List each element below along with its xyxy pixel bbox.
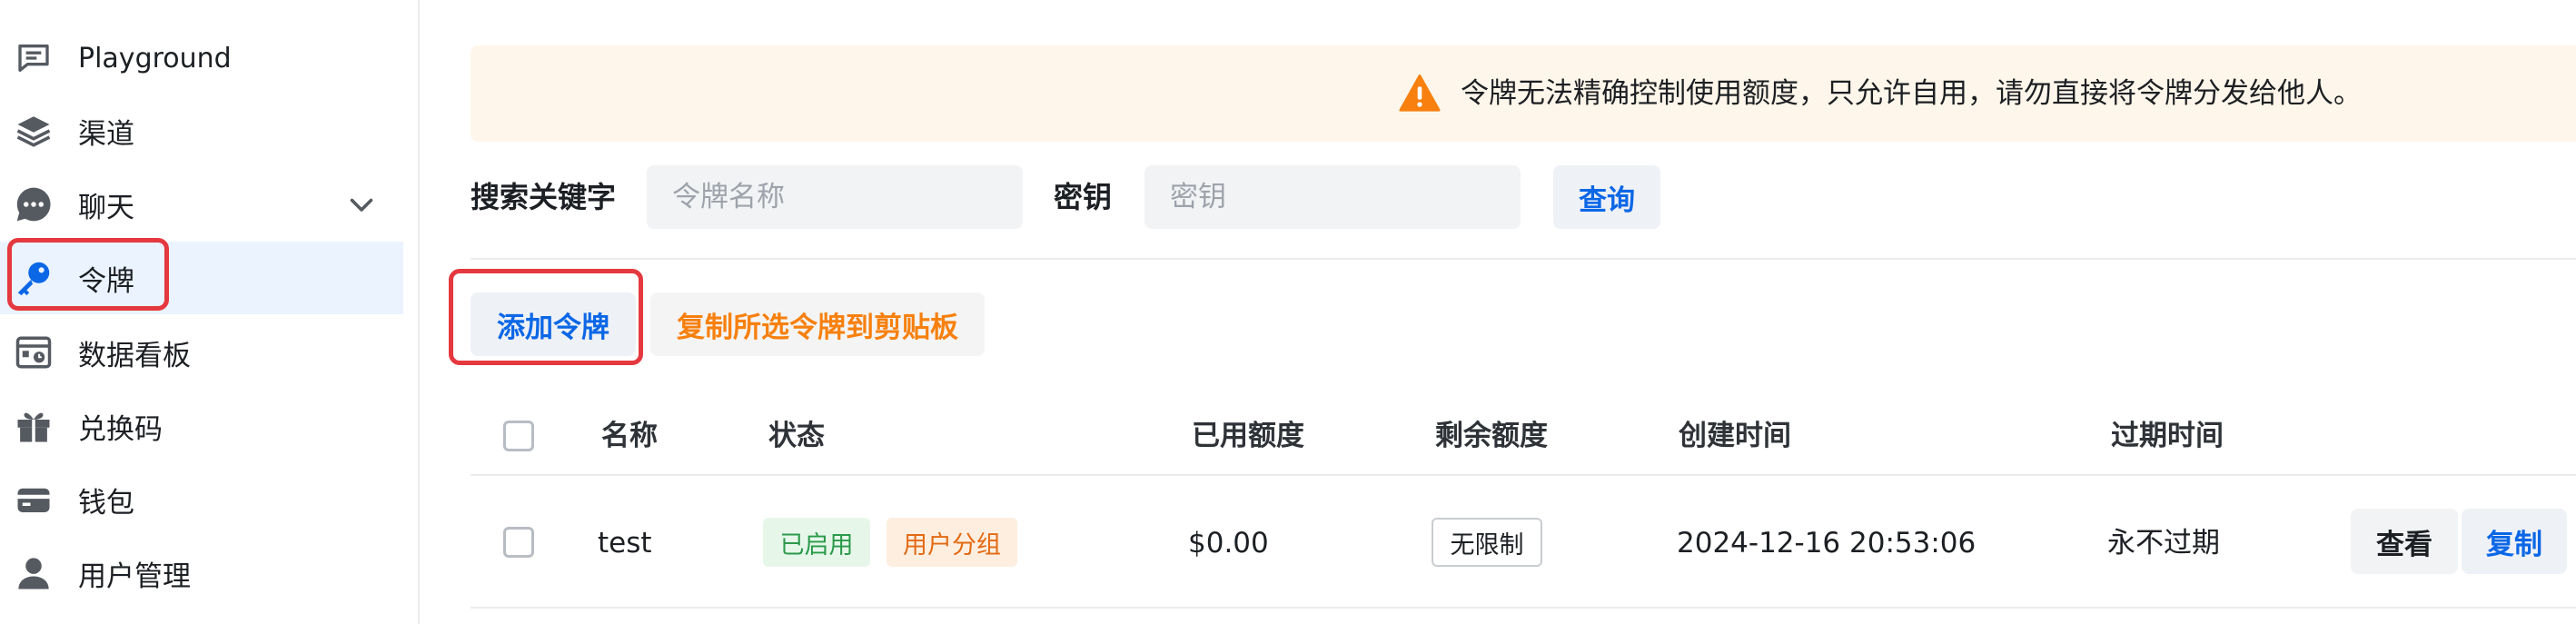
wallet-icon bbox=[13, 479, 54, 520]
sidebar-item-label: 渠道 bbox=[78, 117, 134, 151]
sidebar-item-label: 兑换码 bbox=[78, 412, 163, 446]
sidebar: Playground 渠道 聊天 令牌 数据看板 兑换码 钱包 用户管理 bbox=[0, 0, 420, 624]
search-keyword-label: 搜索关键字 bbox=[471, 180, 617, 214]
sidebar-item-chat[interactable]: 聊天 bbox=[0, 168, 403, 241]
copy-button[interactable]: 复制 bbox=[2462, 509, 2567, 574]
row-checkbox[interactable] bbox=[503, 527, 534, 558]
chat-bubble-icon bbox=[13, 183, 54, 225]
column-header-remaining: 剩余额度 bbox=[1435, 420, 1548, 452]
sidebar-item-label: 用户管理 bbox=[78, 560, 191, 593]
column-header-used: 已用额度 bbox=[1192, 420, 1304, 452]
layers-icon bbox=[13, 110, 54, 152]
copy-selected-tokens-button[interactable]: 复制所选令牌到剪贴板 bbox=[650, 292, 985, 356]
sidebar-item-wallet[interactable]: 钱包 bbox=[0, 463, 403, 536]
sidebar-item-label: 钱包 bbox=[78, 486, 134, 520]
banner-text: 令牌无法精确控制使用额度，只允许自用，请勿直接将令牌分发给他人。 bbox=[1461, 77, 2362, 110]
expires-cell: 永不过期 bbox=[2107, 527, 2220, 560]
warning-banner: 令牌无法精确控制使用额度，只允许自用，请勿直接将令牌分发给他人。 bbox=[471, 45, 2576, 142]
column-header-status: 状态 bbox=[768, 420, 825, 452]
column-header-name: 名称 bbox=[601, 420, 658, 452]
app-root: Playground 渠道 聊天 令牌 数据看板 兑换码 钱包 用户管理 令牌无… bbox=[0, 0, 2576, 624]
highlight-box-tokens bbox=[7, 238, 169, 311]
token-name-cell: test bbox=[598, 527, 652, 560]
status-badge: 已启用 bbox=[763, 518, 870, 567]
search-key-label: 密钥 bbox=[1054, 180, 1113, 214]
highlight-box-add-token bbox=[449, 269, 643, 365]
sidebar-item-label: 数据看板 bbox=[78, 339, 191, 372]
query-button[interactable]: 查询 bbox=[1553, 165, 1660, 229]
remaining-quota-badge: 无限制 bbox=[1432, 518, 1542, 567]
chat-square-icon bbox=[13, 37, 54, 79]
gift-icon bbox=[13, 405, 54, 447]
column-header-expires: 过期时间 bbox=[2111, 420, 2224, 452]
table-header-divider bbox=[471, 474, 2576, 476]
sidebar-item-playground[interactable]: Playground bbox=[0, 22, 403, 94]
sidebar-item-users[interactable]: 用户管理 bbox=[0, 537, 403, 609]
divider bbox=[471, 258, 2576, 260]
column-header-created: 创建时间 bbox=[1679, 420, 1791, 452]
sidebar-item-label: 聊天 bbox=[78, 191, 134, 224]
view-button[interactable]: 查看 bbox=[2351, 509, 2458, 574]
table-row-divider bbox=[471, 607, 2576, 609]
user-icon bbox=[13, 552, 54, 594]
sidebar-item-redeem[interactable]: 兑换码 bbox=[0, 390, 403, 462]
group-badge: 用户分组 bbox=[887, 518, 1017, 567]
select-all-checkbox[interactable] bbox=[503, 421, 534, 451]
warning-icon bbox=[1399, 73, 1441, 114]
sidebar-item-dashboard[interactable]: 数据看板 bbox=[0, 316, 403, 389]
sidebar-item-channels[interactable]: 渠道 bbox=[0, 94, 403, 167]
created-time-cell: 2024-12-16 20:53:06 bbox=[1677, 527, 1977, 560]
sidebar-item-label: Playground bbox=[78, 42, 232, 74]
chevron-down-icon[interactable] bbox=[345, 188, 378, 221]
key-input[interactable] bbox=[1144, 165, 1521, 229]
token-name-input[interactable] bbox=[647, 165, 1023, 229]
used-quota-cell: $0.00 bbox=[1188, 527, 1269, 560]
dashboard-icon bbox=[13, 332, 54, 373]
